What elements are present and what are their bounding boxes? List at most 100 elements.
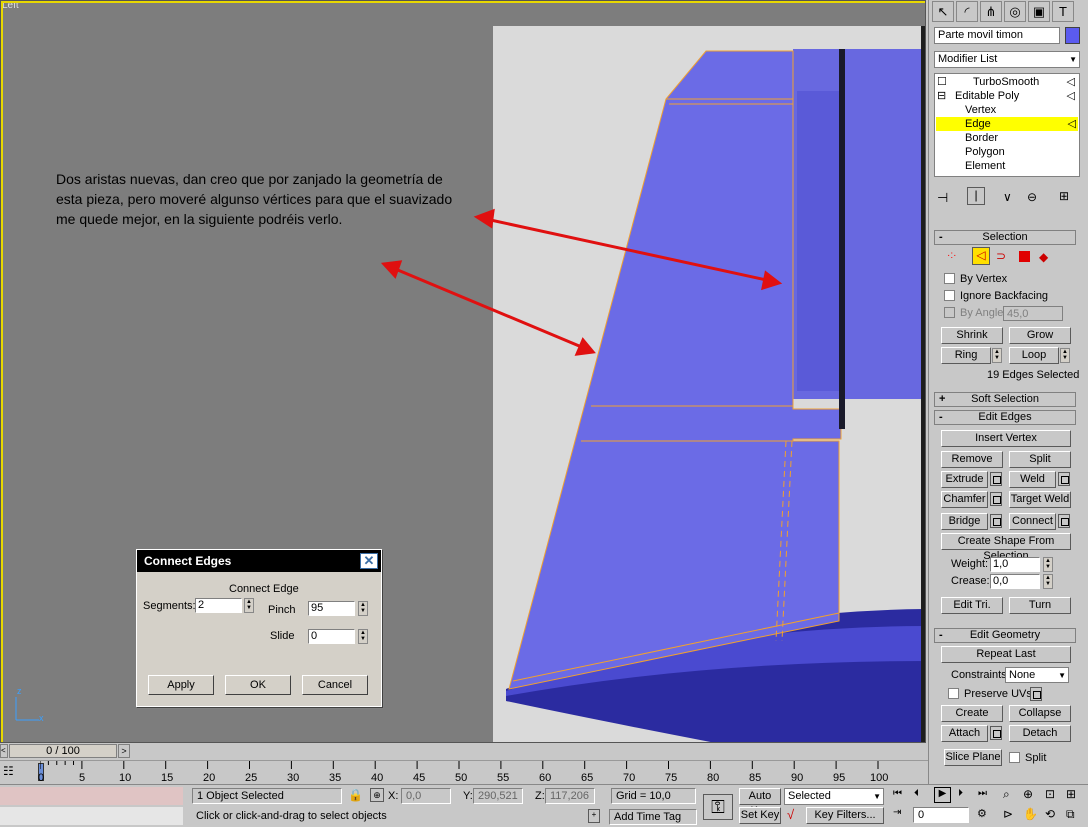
time-slider-bar[interactable]: < 0 / 100 > <box>0 743 928 759</box>
prev-key-icon[interactable]: ⏴ <box>914 788 919 799</box>
segments-input[interactable]: 2 <box>195 598 242 613</box>
insert-vertex-button[interactable]: Insert Vertex <box>941 430 1071 447</box>
zoom-icon[interactable]: ⌕ <box>1003 787 1010 802</box>
collapse-button[interactable]: Collapse <box>1009 705 1071 722</box>
connect-button[interactable]: Connect <box>1009 513 1056 530</box>
goto-end-icon[interactable]: ⏭ <box>978 788 987 799</box>
connect-settings-icon[interactable] <box>1058 514 1070 528</box>
slide-spinner[interactable]: ▲ ▼ <box>358 629 368 644</box>
track-bar[interactable]: ☷ 0 5 10 15 20 25 30 35 40 45 50 55 60 6… <box>0 760 928 784</box>
loop-spinner[interactable]: ▲ ▼ <box>1060 348 1070 363</box>
maxscript-listener-field[interactable] <box>0 787 183 805</box>
modifier-list-dropdown[interactable]: Modifier List ▼ <box>934 51 1080 68</box>
stack-item-edge[interactable]: Edge ◁ <box>936 117 1078 131</box>
dialog-titlebar[interactable]: Connect Edges ✕ <box>137 550 381 572</box>
absolute-mode-icon[interactable]: ⊕ <box>370 788 384 802</box>
key-filters-button[interactable]: Key Filters... <box>806 807 884 824</box>
curve-icon[interactable]: √ <box>787 807 794 822</box>
time-config-icon[interactable]: ⚙ <box>977 807 987 820</box>
maximize-viewport-icon[interactable]: ⧉ <box>1066 807 1075 822</box>
ignore-backfacing-checkbox[interactable] <box>944 290 955 301</box>
field-of-view-icon[interactable]: ⊳ <box>1003 807 1013 821</box>
stack-item-vertex[interactable]: Vertex <box>965 103 996 117</box>
ok-button[interactable]: OK <box>225 675 291 695</box>
rollout-selection[interactable]: - Selection <box>934 230 1076 245</box>
rollout-edit-edges[interactable]: - Edit Edges <box>934 410 1076 425</box>
key-icon[interactable]: ⚿ <box>703 794 733 820</box>
set-key-button[interactable]: Set Key <box>739 807 781 824</box>
modify-tab-icon[interactable]: ◜ <box>956 1 978 22</box>
remove-modifier-icon[interactable]: ⊖ <box>1027 190 1037 204</box>
key-mode-toggle-icon[interactable]: ⇥ <box>893 807 901 818</box>
turn-button[interactable]: Turn <box>1009 597 1071 614</box>
next-key-icon[interactable]: ⏵ <box>958 788 963 799</box>
z-coordinate-field[interactable]: 117,206 <box>545 788 595 804</box>
maxscript-output-field[interactable] <box>0 807 183 825</box>
slide-input[interactable]: 0 <box>308 629 355 644</box>
repeat-last-button[interactable]: Repeat Last <box>941 646 1071 663</box>
show-end-result-icon[interactable]: | <box>967 187 985 205</box>
edge-mode-icon[interactable]: ◁ <box>972 247 990 265</box>
crease-input[interactable]: 0,0 <box>990 574 1040 589</box>
zoom-extents-all-icon[interactable]: ⊞ <box>1066 787 1076 801</box>
constraints-dropdown[interactable]: None ▼ <box>1005 667 1069 683</box>
by-vertex-checkbox[interactable] <box>944 273 955 284</box>
stack-item-turbosmooth[interactable]: ☐ TurboSmooth ◁ <box>937 75 1077 89</box>
time-tag-icon[interactable]: + <box>588 809 600 823</box>
ring-spinner[interactable]: ▲ ▼ <box>992 348 1002 363</box>
bulb-icon[interactable]: ◁ <box>1068 117 1076 131</box>
next-frame-icon[interactable]: > <box>118 744 130 758</box>
extrude-button[interactable]: Extrude <box>941 471 988 488</box>
apply-button[interactable]: Apply <box>148 675 214 695</box>
zoom-all-icon[interactable]: ⊕ <box>1023 787 1033 801</box>
chevron-down-icon[interactable]: ▼ <box>1058 669 1066 683</box>
chamfer-settings-icon[interactable] <box>990 492 1002 506</box>
time-slider[interactable]: 0 / 100 <box>9 744 117 758</box>
chamfer-button[interactable]: Chamfer <box>941 491 988 508</box>
bridge-settings-icon[interactable] <box>990 514 1002 528</box>
crease-spinner[interactable]: ▲ ▼ <box>1043 574 1053 589</box>
current-frame-field[interactable]: 0 <box>913 807 969 823</box>
weld-button[interactable]: Weld <box>1009 471 1056 488</box>
loop-button[interactable]: Loop <box>1009 347 1059 364</box>
hierarchy-tab-icon[interactable]: ⋔ <box>980 1 1002 22</box>
close-icon[interactable]: ✕ <box>360 553 378 569</box>
stack-item-border[interactable]: Border <box>965 131 998 145</box>
chevron-down-icon[interactable]: ▼ <box>873 790 881 804</box>
x-coordinate-field[interactable]: 0,0 <box>401 788 451 804</box>
preserve-uvs-settings-icon[interactable] <box>1030 687 1042 701</box>
by-angle-checkbox[interactable] <box>944 307 955 318</box>
create-shape-button[interactable]: Create Shape From Selection <box>941 533 1071 562</box>
rollout-edit-geometry[interactable]: - Edit Geometry <box>934 628 1076 643</box>
auto-key-button[interactable]: Auto Key <box>739 788 781 817</box>
weight-spinner[interactable]: ▲ ▼ <box>1043 557 1053 572</box>
attach-settings-icon[interactable] <box>990 726 1002 740</box>
split-button[interactable]: Split <box>1009 451 1071 468</box>
orbit-icon[interactable]: ⟲ <box>1045 807 1055 821</box>
polygon-mode-icon[interactable] <box>1019 251 1030 262</box>
cancel-button[interactable]: Cancel <box>302 675 368 695</box>
pin-stack-icon[interactable]: ⊣ <box>937 190 948 206</box>
rollout-soft-selection[interactable]: + Soft Selection <box>934 392 1076 407</box>
stack-item-element[interactable]: Element <box>965 159 1005 173</box>
split-checkbox[interactable] <box>1009 752 1020 763</box>
by-angle-input[interactable]: 45,0 <box>1003 306 1063 321</box>
stack-item-editable-poly[interactable]: ⊟ Editable Poly ◁ <box>937 89 1077 103</box>
vertex-mode-icon[interactable]: ·:· <box>947 250 956 261</box>
segments-spinner[interactable]: ▲ ▼ <box>244 598 254 613</box>
display-tab-icon[interactable]: ▣ <box>1028 1 1050 22</box>
motion-tab-icon[interactable]: ◎ <box>1004 1 1026 22</box>
add-time-tag[interactable]: Add Time Tag <box>609 809 697 825</box>
object-color-swatch[interactable] <box>1065 27 1080 44</box>
attach-button[interactable]: Attach <box>941 725 988 742</box>
create-tab-icon[interactable]: ↖ <box>932 1 954 22</box>
goto-start-icon[interactable]: ⏮ <box>893 788 902 799</box>
utilities-tab-icon[interactable]: T <box>1052 1 1074 22</box>
edit-tri-button[interactable]: Edit Tri. <box>941 597 1003 614</box>
object-name-field[interactable]: Parte movil timon <box>934 27 1060 44</box>
zoom-extents-icon[interactable]: ⊡ <box>1045 787 1055 801</box>
target-weld-button[interactable]: Target Weld <box>1009 491 1071 508</box>
y-coordinate-field[interactable]: 290,521 <box>473 788 523 804</box>
slice-plane-button[interactable]: Slice Plane <box>944 749 1002 766</box>
curve-editor-icon[interactable]: ☷ <box>3 764 14 778</box>
